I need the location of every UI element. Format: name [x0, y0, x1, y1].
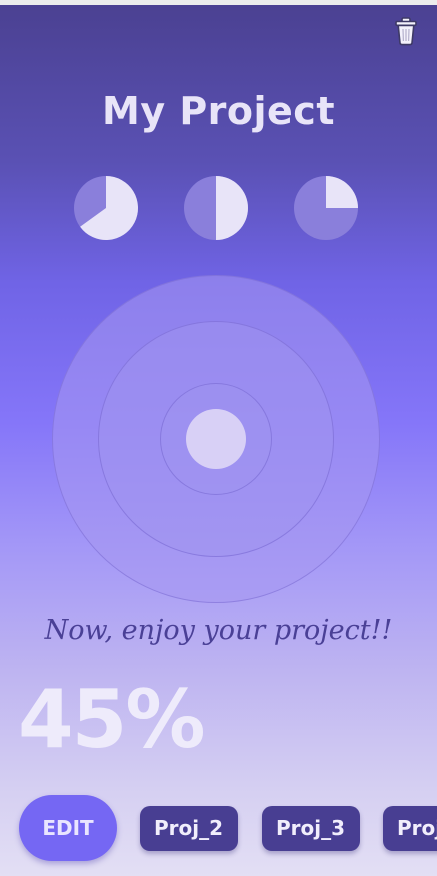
progress-percent: 45% [18, 673, 205, 766]
center-dot [186, 409, 246, 469]
project-chip[interactable]: Proj_4 [383, 806, 437, 851]
progress-pie-3-slice [326, 176, 358, 208]
project-title: My Project [102, 89, 335, 133]
edit-button[interactable]: EDIT [19, 795, 117, 861]
project-chip[interactable]: Proj_3 [262, 806, 360, 851]
project-screen: My Project Now, enjoy your project!! 45%… [0, 5, 437, 876]
project-chip[interactable]: Proj_2 [140, 806, 238, 851]
progress-rings [50, 273, 382, 605]
progress-pie-2 [184, 176, 248, 240]
delete-button[interactable] [392, 15, 420, 47]
progress-pie-3 [294, 176, 358, 240]
tagline: Now, enjoy your project!! [44, 615, 393, 646]
trash-icon [395, 17, 417, 46]
progress-pie-1 [74, 176, 138, 240]
progress-pie-2-slice [216, 176, 248, 240]
